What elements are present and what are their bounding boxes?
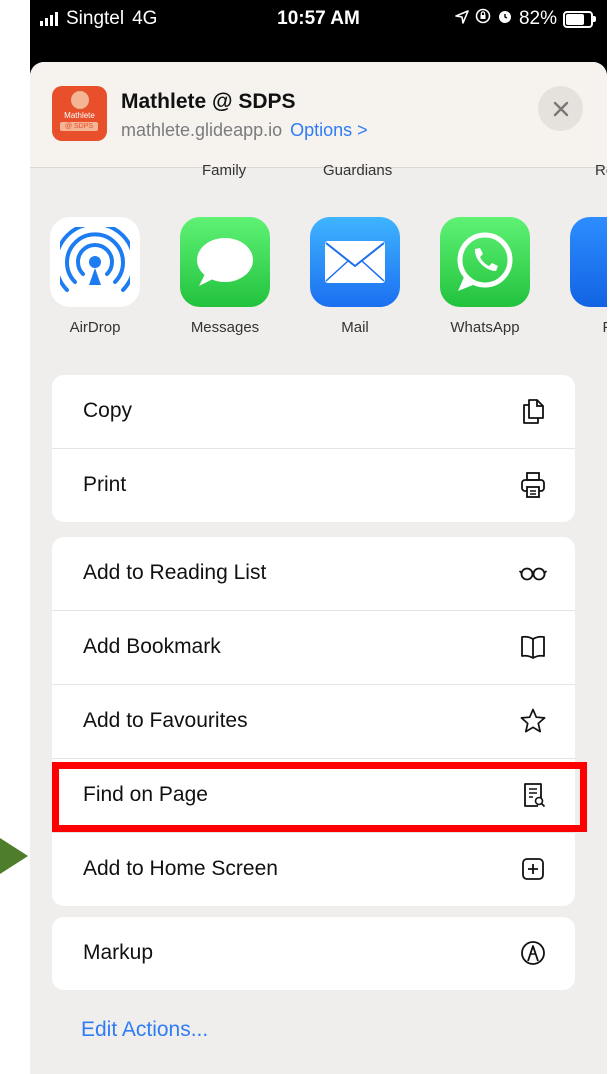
app-url-line: mathlete.glideapp.io Options >	[121, 120, 368, 141]
action-label: Add Bookmark	[83, 635, 221, 658]
action-group-secondary: Add to Reading List Add Bookmark Add to …	[52, 537, 575, 906]
battery-icon	[563, 10, 596, 28]
action-group-primary: Copy Print	[52, 375, 575, 522]
battery-percent: 82%	[518, 8, 557, 29]
share-app-label: Fac	[560, 319, 607, 336]
share-app-facebook[interactable]: Fac	[560, 217, 607, 336]
close-button[interactable]	[538, 86, 583, 131]
action-add-bookmark[interactable]: Add Bookmark	[52, 611, 575, 685]
action-label: Markup	[83, 941, 154, 964]
share-app-airdrop[interactable]: AirDrop	[40, 217, 150, 336]
alarm-icon	[497, 8, 513, 30]
share-app-label: Messages	[190, 319, 260, 336]
action-label: Add to Reading List	[83, 561, 267, 584]
action-find-on-page[interactable]: Find on Page	[52, 759, 575, 833]
phone-screen: Singtel 4G 10:57 AM 82% Mathlete @ SDPS	[30, 0, 607, 1074]
orientation-lock-icon	[475, 8, 491, 30]
mail-icon	[310, 217, 400, 307]
share-sheet: Mathlete @ SDPS Mathlete @ SDPS mathlete…	[30, 62, 607, 1074]
contact-partial[interactable]: Re	[595, 162, 607, 179]
contacts-row: Family Guardians Re	[30, 162, 607, 200]
book-icon	[513, 627, 553, 667]
action-add-home-screen[interactable]: Add to Home Screen	[52, 833, 575, 906]
airdrop-icon	[50, 217, 140, 307]
messages-icon	[180, 217, 270, 307]
share-app-label: Mail	[341, 319, 369, 336]
facebook-icon	[570, 217, 607, 307]
status-right: 82%	[455, 8, 596, 30]
share-app-mail[interactable]: Mail	[300, 217, 410, 336]
action-label: Add to Favourites	[83, 709, 248, 732]
location-icon	[455, 8, 469, 30]
pointer-arrow	[0, 838, 28, 874]
action-add-favourites[interactable]: Add to Favourites	[52, 685, 575, 759]
whatsapp-icon	[440, 217, 530, 307]
share-app-messages[interactable]: Messages	[170, 217, 280, 336]
status-bar: Singtel 4G 10:57 AM 82%	[30, 0, 607, 52]
copy-icon	[513, 391, 553, 431]
action-label: Add to Home Screen	[83, 857, 278, 880]
print-icon	[513, 465, 553, 505]
glasses-icon	[513, 553, 553, 593]
options-link[interactable]: Options >	[290, 120, 368, 140]
action-label: Find on Page	[83, 783, 208, 806]
markup-icon	[513, 933, 553, 973]
action-print[interactable]: Print	[52, 449, 575, 522]
action-markup[interactable]: Markup	[52, 917, 575, 990]
share-app-row: AirDrop Messages Mail WhatsApp	[30, 217, 607, 347]
action-copy[interactable]: Copy	[52, 375, 575, 449]
plus-square-icon	[513, 849, 553, 889]
share-app-label: AirDrop	[69, 319, 121, 336]
contact-guardians[interactable]: Guardians	[323, 162, 392, 179]
action-label: Print	[83, 473, 127, 496]
app-url: mathlete.glideapp.io	[121, 120, 283, 140]
action-group-markup: Markup	[52, 917, 575, 990]
close-icon	[553, 101, 568, 116]
action-add-reading-list[interactable]: Add to Reading List	[52, 537, 575, 611]
share-header: Mathlete @ SDPS Mathlete @ SDPS mathlete…	[30, 62, 607, 168]
share-app-whatsapp[interactable]: WhatsApp	[430, 217, 540, 336]
share-app-label: WhatsApp	[450, 319, 520, 336]
app-name: Mathlete @ SDPS	[121, 90, 296, 113]
app-icon: Mathlete @ SDPS	[52, 86, 107, 141]
action-label: Copy	[83, 399, 133, 422]
edit-actions-link[interactable]: Edit Actions...	[81, 1018, 208, 1042]
star-icon	[513, 701, 553, 741]
contact-family[interactable]: Family	[202, 162, 246, 179]
find-doc-icon	[513, 775, 553, 815]
